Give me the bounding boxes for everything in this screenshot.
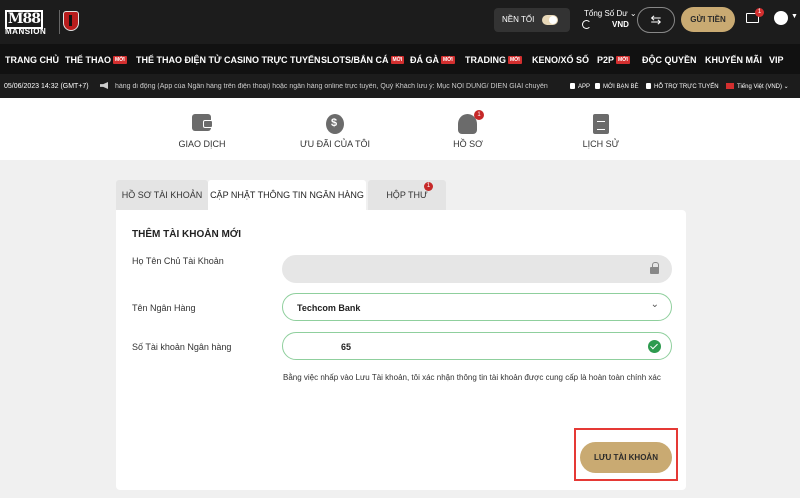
holder-name-label: Họ Tên Chủ Tài Khoản bbox=[132, 256, 224, 266]
nav-label: ĐỘC QUYỀN bbox=[642, 55, 697, 65]
balance-title[interactable]: Tổng Số Dư ⌄ bbox=[584, 9, 637, 18]
tab-account-profile[interactable]: HỒ SƠ TÀI KHOẢN bbox=[116, 180, 208, 210]
account-number-input[interactable]: 65 bbox=[282, 332, 672, 360]
language-label: Tiếng Việt (VND) ⌄ bbox=[737, 84, 789, 90]
top-header: M88 MANSION NỀN TỐI Tổng Số Dư ⌄ VND ⇆ G… bbox=[0, 0, 800, 44]
live-support-link[interactable]: HỖ TRỢ TRỰC TUYẾN bbox=[646, 83, 719, 90]
nav-item-keno[interactable]: KENO/XỔ SỐ bbox=[532, 55, 589, 65]
subnav-label: ƯU ĐÃI CỦA TÔI bbox=[299, 139, 371, 149]
logo-wordmark: M88 bbox=[5, 8, 44, 29]
nav-label: THỂ THAO ĐIỆN TỬ bbox=[136, 55, 222, 65]
app-link[interactable]: APP bbox=[570, 83, 590, 90]
transfer-icon: ⇆ bbox=[650, 12, 662, 27]
user-avatar-icon[interactable] bbox=[774, 11, 788, 25]
new-badge: MỚI bbox=[508, 56, 522, 64]
deposit-button[interactable]: GỬI TIỀN bbox=[681, 7, 735, 32]
new-badge: MỚI bbox=[616, 56, 630, 64]
current-datetime: 05/06/2023 14:32 (GMT+7) bbox=[4, 83, 89, 90]
consent-text: Bằng việc nhấp vào Lưu Tài khoản, tôi xá… bbox=[283, 373, 661, 382]
tab-update-bank-info[interactable]: CẬP NHẬT THÔNG TIN NGÂN HÀNG bbox=[208, 180, 366, 210]
announcement-bar: 05/06/2023 14:32 (GMT+7) hàng di động (A… bbox=[0, 74, 800, 98]
refresh-icon[interactable] bbox=[582, 20, 591, 29]
dark-mode-toggle[interactable]: NỀN TỐI bbox=[494, 8, 570, 32]
nav-label: P2P bbox=[597, 55, 615, 65]
nav-item-casino[interactable]: CASINO TRỰC TUYẾN bbox=[224, 55, 320, 65]
nav-item-sports[interactable]: THỂ THAO MỚI bbox=[65, 55, 127, 65]
speaker-icon bbox=[100, 82, 108, 89]
transfer-button[interactable]: ⇆ bbox=[637, 7, 675, 33]
account-number-value: 65 bbox=[341, 342, 352, 352]
bank-name-value: Techcom Bank bbox=[297, 303, 361, 313]
nav-item-slots[interactable]: SLOTS/BẮN CÁ MỚI bbox=[321, 55, 405, 65]
wallet-icon bbox=[192, 114, 213, 131]
bank-name-select[interactable]: Techcom Bank ⌄ bbox=[282, 293, 672, 321]
save-account-button[interactable]: LƯU TÀI KHOẢN bbox=[580, 442, 672, 473]
nav-item-esports[interactable]: THỂ THAO ĐIỆN TỬ bbox=[136, 55, 221, 65]
nav-item-home[interactable]: TRANG CHỦ bbox=[5, 55, 59, 65]
nav-label: THỂ THAO bbox=[65, 55, 111, 65]
subnav-history[interactable]: LỊCH SỬ bbox=[546, 98, 656, 160]
nav-item-p2p[interactable]: P2P MỚI bbox=[597, 55, 630, 65]
headset-icon bbox=[646, 83, 651, 89]
mail-badge: 1 bbox=[755, 8, 764, 17]
nav-label: CASINO TRỰC TUYẾN bbox=[224, 55, 321, 65]
subnav-my-offers[interactable]: ƯU ĐÃI CỦA TÔI bbox=[280, 98, 390, 160]
nav-item-exclusive[interactable]: ĐỘC QUYỀN bbox=[642, 55, 697, 65]
nav-label: TRANG CHỦ bbox=[5, 55, 59, 65]
nav-label: ĐÁ GÀ bbox=[410, 55, 439, 65]
account-number-label: Số Tài khoản Ngân hàng bbox=[132, 342, 232, 352]
new-badge: MỚI bbox=[441, 56, 455, 64]
form-title: THÊM TÀI KHOẢN MỚI bbox=[132, 229, 242, 240]
nav-label: KENO/XỔ SỐ bbox=[532, 55, 590, 65]
profile-badge: 1 bbox=[474, 110, 484, 120]
vietnam-flag-icon bbox=[726, 83, 734, 89]
holder-name-field bbox=[282, 255, 672, 283]
chevron-down-icon[interactable]: ▼ bbox=[791, 13, 798, 20]
nav-label: TRADING bbox=[465, 55, 506, 65]
invite-friends-link[interactable]: MỜI BẠN BÈ bbox=[595, 83, 638, 90]
new-badge: MỚI bbox=[113, 56, 127, 64]
logo-divider bbox=[59, 10, 60, 34]
nav-item-vip[interactable]: VIP bbox=[769, 55, 784, 65]
language-selector[interactable]: Tiếng Việt (VND) ⌄ bbox=[726, 83, 789, 90]
toggle-switch-icon[interactable] bbox=[542, 15, 558, 25]
m88-logo[interactable]: M88 MANSION bbox=[5, 8, 55, 38]
dark-mode-label: NỀN TỐI bbox=[502, 15, 535, 24]
check-circle-icon bbox=[648, 340, 661, 353]
nav-item-promotions[interactable]: KHUYẾN MÃI bbox=[705, 55, 762, 65]
support-label: HỖ TRỢ TRỰC TUYẾN bbox=[654, 84, 719, 90]
lock-icon bbox=[650, 262, 659, 274]
chevron-down-icon: ⌄ bbox=[650, 299, 659, 310]
main-nav: TRANG CHỦ THỂ THAO MỚI THỂ THAO ĐIỆN TỬ C… bbox=[0, 44, 800, 74]
nav-label: SLOTS/BẮN CÁ bbox=[321, 55, 389, 65]
subnav-transactions[interactable]: GIAO DỊCH bbox=[147, 98, 257, 160]
account-subnav: GIAO DỊCH ƯU ĐÃI CỦA TÔI HỒ SƠ LỊCH SỬ bbox=[0, 98, 800, 160]
new-badge: MỚI bbox=[390, 56, 405, 64]
balance-currency: VND bbox=[612, 20, 629, 29]
inbox-badge: 1 bbox=[424, 182, 433, 191]
nav-label: VIP bbox=[769, 55, 784, 65]
document-icon bbox=[593, 114, 609, 134]
club-crest-icon bbox=[63, 11, 79, 31]
nav-label: KHUYẾN MÃI bbox=[705, 55, 763, 65]
nav-item-trading[interactable]: TRADING MỚI bbox=[465, 55, 522, 65]
subnav-label: GIAO DỊCH bbox=[178, 139, 226, 149]
subnav-label: HỒ SƠ bbox=[453, 139, 483, 149]
phone-icon bbox=[570, 83, 575, 89]
tab-inbox[interactable]: HỘP THƯ bbox=[368, 180, 446, 210]
nav-item-cockfight[interactable]: ĐÁ GÀ MỚI bbox=[410, 55, 455, 65]
people-icon bbox=[595, 83, 600, 89]
subnav-label: LỊCH SỬ bbox=[582, 139, 620, 149]
invite-label: MỜI BẠN BÈ bbox=[603, 84, 639, 90]
subnav-profile[interactable]: HỒ SƠ bbox=[413, 98, 523, 160]
logo-subtext: MANSION bbox=[5, 27, 47, 36]
bank-name-label: Tên Ngân Hàng bbox=[132, 303, 196, 313]
app-label: APP bbox=[578, 84, 591, 90]
announcement-text[interactable]: hàng di động (App của Ngân hàng trên điệ… bbox=[115, 83, 565, 90]
coins-icon bbox=[326, 114, 344, 134]
